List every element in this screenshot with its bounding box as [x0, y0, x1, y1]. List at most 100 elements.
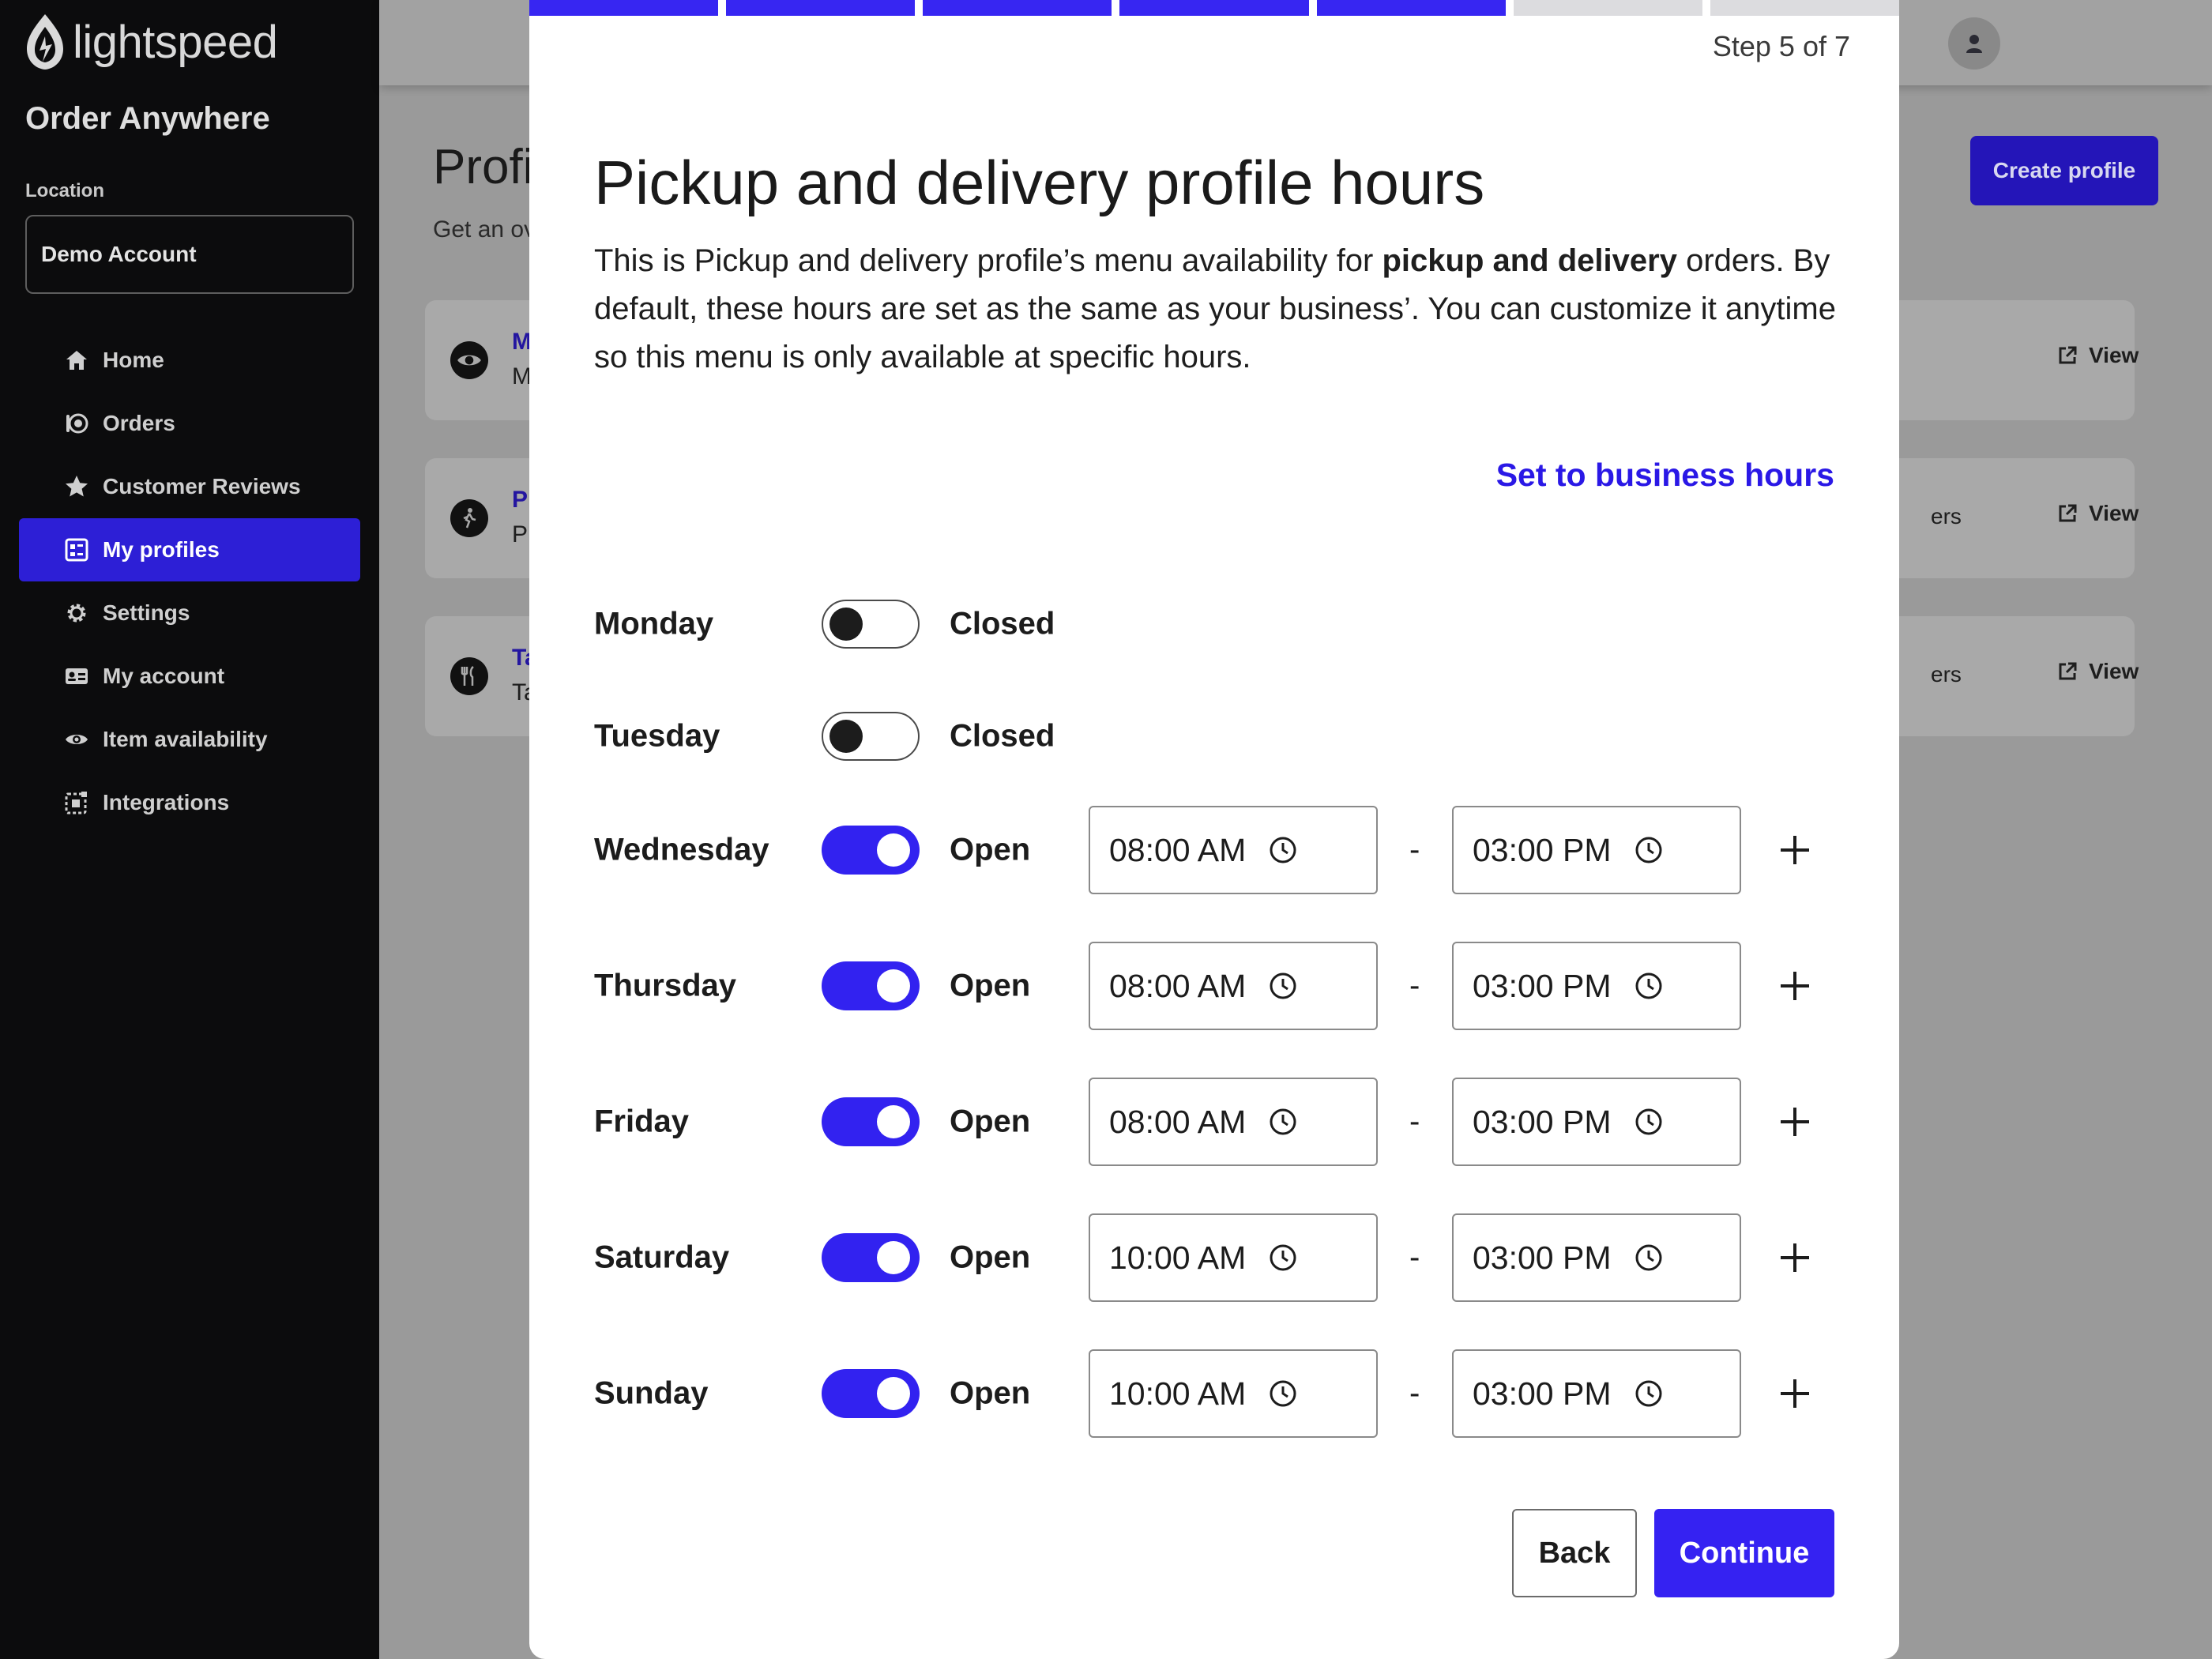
- day-label: Sunday: [594, 1375, 709, 1411]
- plus-icon: [1778, 1240, 1812, 1275]
- clock-icon: [1634, 971, 1664, 1001]
- profile-name[interactable]: P: [512, 487, 528, 514]
- sidebar-item-item-availability[interactable]: Item availability: [19, 708, 360, 771]
- add-time-range-button[interactable]: [1771, 1098, 1819, 1146]
- add-time-range-button[interactable]: [1771, 826, 1819, 874]
- day-label: Thursday: [594, 968, 737, 1003]
- toggle-knob: [877, 833, 910, 867]
- day-open-toggle[interactable]: [822, 1233, 920, 1282]
- clock-icon: [1634, 1243, 1664, 1273]
- day-status: Open: [950, 1104, 1031, 1139]
- star-icon: [63, 473, 90, 500]
- end-time-value: 03:00 PM: [1473, 1239, 1612, 1276]
- set-to-business-hours-link[interactable]: Set to business hours: [1496, 457, 1834, 494]
- view-link[interactable]: View: [2057, 501, 2139, 526]
- profile-desc: P: [512, 521, 529, 547]
- toggle-knob: [877, 1241, 910, 1274]
- page-subtitle: Get an ov: [433, 216, 536, 243]
- add-time-range-button[interactable]: [1771, 1234, 1819, 1281]
- day-open-toggle[interactable]: [822, 1369, 920, 1418]
- sidebar-item-integrations[interactable]: Integrations: [19, 771, 360, 834]
- start-time-input[interactable]: 10:00 AM: [1089, 1349, 1378, 1438]
- start-time-value: 08:00 AM: [1109, 967, 1247, 1004]
- sidebar-item-home[interactable]: Home: [19, 329, 360, 392]
- progress-segment: [923, 0, 1112, 16]
- day-label: Friday: [594, 1104, 690, 1139]
- toggle-knob: [877, 1105, 910, 1138]
- day-open-toggle[interactable]: [822, 961, 920, 1010]
- user-avatar[interactable]: [1948, 17, 2000, 70]
- time-separator: -: [1409, 1375, 1420, 1411]
- time-separator: -: [1409, 1104, 1420, 1139]
- utensils-icon: [450, 657, 488, 695]
- day-label: Saturday: [594, 1240, 730, 1275]
- modal-title: Pickup and delivery profile hours: [594, 148, 1485, 217]
- brand-logo[interactable]: lightspeed: [24, 13, 278, 71]
- day-label: Tuesday: [594, 718, 720, 754]
- sidebar-item-orders[interactable]: Orders: [19, 392, 360, 455]
- end-time-input[interactable]: 03:00 PM: [1452, 806, 1741, 894]
- location-select[interactable]: Demo Account: [25, 215, 354, 294]
- create-profile-button[interactable]: Create profile: [1970, 136, 2158, 205]
- day-open-toggle[interactable]: [822, 826, 920, 875]
- description-text: This is Pickup and delivery profile’s me…: [594, 243, 1382, 278]
- day-row: Wednesday Open 08:00 AM - 03:00 PM: [529, 806, 1899, 894]
- continue-button[interactable]: Continue: [1654, 1509, 1834, 1597]
- integrations-icon: [63, 789, 90, 816]
- external-link-icon: [2059, 504, 2077, 522]
- end-time-input[interactable]: 03:00 PM: [1452, 1213, 1741, 1302]
- sidebar-item-label: My account: [103, 664, 225, 688]
- home-icon: [63, 347, 90, 374]
- day-open-toggle[interactable]: [822, 1097, 920, 1146]
- sidebar-item-label: Integrations: [103, 790, 230, 814]
- add-time-range-button[interactable]: [1771, 962, 1819, 1010]
- sidebar-item-label: Settings: [103, 600, 190, 625]
- end-time-input[interactable]: 03:00 PM: [1452, 1078, 1741, 1166]
- time-separator: -: [1409, 1240, 1420, 1275]
- plus-icon: [1778, 1376, 1812, 1411]
- clock-icon: [1634, 835, 1664, 865]
- profile-meta: ers: [1931, 504, 1962, 529]
- view-link[interactable]: View: [2057, 659, 2139, 684]
- sidebar-item-settings[interactable]: Settings: [19, 581, 360, 645]
- clock-icon: [1268, 835, 1298, 865]
- clock-icon: [1634, 1107, 1664, 1137]
- day-row: Thursday Open 08:00 AM - 03:00 PM: [529, 942, 1899, 1030]
- clock-icon: [1268, 1379, 1298, 1409]
- day-row: Saturday Open 10:00 AM - 03:00 PM: [529, 1213, 1899, 1302]
- toggle-knob: [830, 720, 863, 753]
- view-label: View: [2089, 343, 2139, 367]
- profiles-icon: [63, 536, 90, 563]
- end-time-input[interactable]: 03:00 PM: [1452, 942, 1741, 1030]
- start-time-input[interactable]: 08:00 AM: [1089, 1078, 1378, 1166]
- sidebar-item-my-profiles[interactable]: My profiles: [19, 518, 360, 581]
- add-time-range-button[interactable]: [1771, 1370, 1819, 1417]
- page-title: Profi: [433, 140, 534, 194]
- hours-modal: Step 5 of 7 Pickup and delivery profile …: [529, 0, 1899, 1659]
- start-time-input[interactable]: 10:00 AM: [1089, 1213, 1378, 1302]
- step-indicator: Step 5 of 7: [1712, 30, 1850, 62]
- description-bold: pickup and delivery: [1382, 243, 1677, 278]
- clock-icon: [1268, 971, 1298, 1001]
- time-separator: -: [1409, 832, 1420, 867]
- end-time-input[interactable]: 03:00 PM: [1452, 1349, 1741, 1438]
- orders-icon: [63, 410, 90, 437]
- sidebar-item-customer-reviews[interactable]: Customer Reviews: [19, 455, 360, 518]
- brand-name: lightspeed: [73, 16, 278, 68]
- profile-meta: ers: [1931, 662, 1962, 687]
- gear-icon: [63, 600, 90, 626]
- sidebar-item-my-account[interactable]: My account: [19, 645, 360, 708]
- day-row: Sunday Open 10:00 AM - 03:00 PM: [529, 1349, 1899, 1438]
- start-time-value: 10:00 AM: [1109, 1239, 1247, 1276]
- walk-icon: [450, 499, 488, 537]
- view-link[interactable]: View: [2057, 343, 2139, 368]
- day-open-toggle[interactable]: [822, 712, 920, 761]
- toggle-knob: [877, 1377, 910, 1410]
- view-label: View: [2089, 501, 2139, 525]
- external-link-icon: [2059, 346, 2077, 364]
- day-open-toggle[interactable]: [822, 600, 920, 649]
- start-time-input[interactable]: 08:00 AM: [1089, 806, 1378, 894]
- start-time-input[interactable]: 08:00 AM: [1089, 942, 1378, 1030]
- back-button[interactable]: Back: [1512, 1509, 1637, 1597]
- step-progress-bar: [529, 0, 1899, 16]
